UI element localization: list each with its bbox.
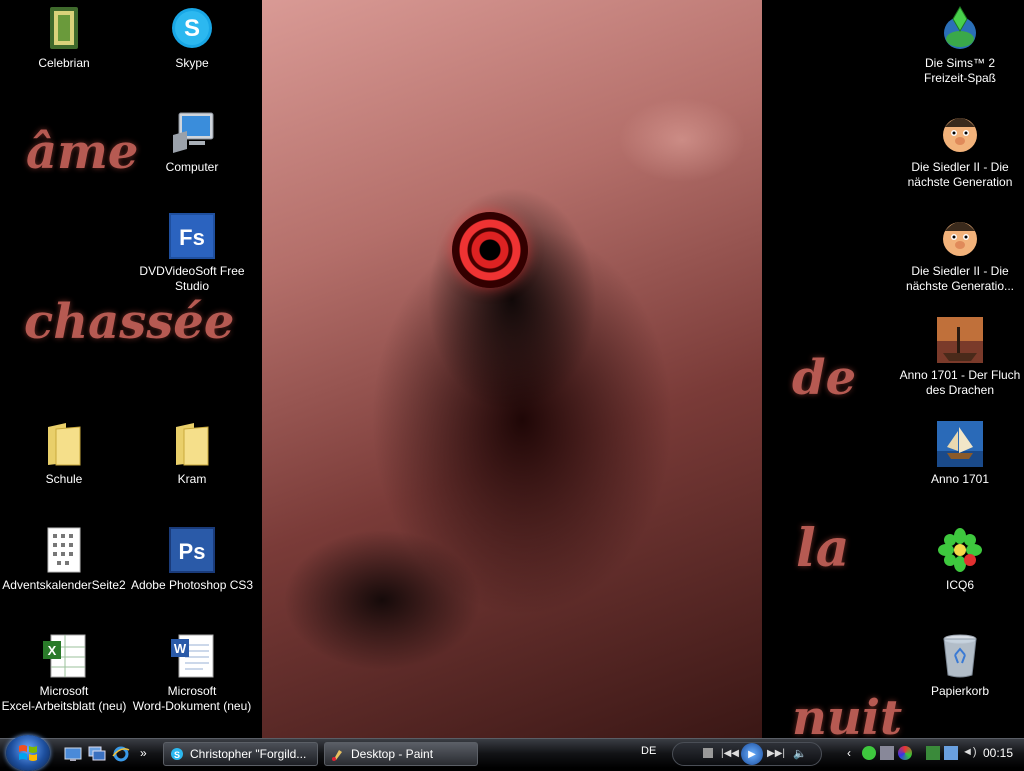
desktop-icon-icq6[interactable]: ICQ6 [896,526,1024,593]
fs-icon: Fs [168,212,216,260]
media-player-toolbar: |◀◀ ▶ ▶▶| 🔈 [672,742,822,766]
start-button[interactable] [6,735,50,771]
icon-label: Computer [165,160,219,174]
previous-icon[interactable]: |◀◀ [721,748,739,759]
wallpaper-word: chassée [24,294,235,350]
icon-label: Skype [175,56,209,70]
settler-icon [936,212,984,260]
icq-tray-icon[interactable] [862,746,876,760]
wallpaper-word: la [796,518,850,579]
taskbar-button-skype-chat[interactable]: S Christopher "Forgild... [163,742,318,766]
icon-label: Microsoft Excel-Arbeitsblatt (neu) [1,684,127,713]
skype-icon: S [171,748,183,760]
desktop-icon-anno1701[interactable]: Anno 1701 [896,420,1024,487]
document-image-icon [40,526,88,574]
book-icon [40,4,88,52]
language-indicator[interactable]: DE [641,745,656,757]
network-icon[interactable] [880,746,894,760]
stop-icon[interactable] [703,748,713,758]
switch-windows-icon[interactable] [88,746,106,762]
desktop-icon-celebrian[interactable]: Celebrian [0,4,128,71]
sims-icon [936,4,984,52]
desktop-icon-dvdvideosoft[interactable]: Fs DVDVideoSoft Free Studio [128,212,256,294]
anno-icon [936,420,984,468]
computer-icon [168,108,216,156]
desktop-icon-computer[interactable]: Computer [128,108,256,175]
desktop-icon-anno1701-dragon[interactable]: Anno 1701 - Der Fluch des Drachen [896,316,1024,398]
desktop-icon-skype[interactable]: S Skype [128,4,256,71]
volume-icon[interactable]: 🔈 [793,747,807,760]
icon-label: Adobe Photoshop CS3 [130,578,254,592]
icon-label: Papierkorb [930,684,990,698]
recycle-bin-icon [936,632,984,680]
svg-text:S: S [174,750,180,760]
wallpaper-word: nuit [792,690,903,738]
taskbar-button-paint[interactable]: Desktop - Paint [324,742,478,766]
app-tray-icon[interactable] [898,746,912,760]
svg-text:Ps: Ps [179,539,206,564]
excel-icon: X [40,632,88,680]
icon-label: Celebrian [38,56,90,70]
svg-text:S: S [184,15,200,42]
speaker-icon[interactable]: ◄) [962,746,977,760]
icq-icon [936,526,984,574]
internet-explorer-icon[interactable] [112,746,130,762]
icon-label: AdventskalenderSeite2 [2,578,126,592]
desktop-icon-adventskalender[interactable]: AdventskalenderSeite2 [0,526,128,593]
quicklaunch-overflow-icon[interactable]: » [140,746,158,762]
icon-label: Anno 1701 - Der Fluch des Drachen [899,368,1021,397]
taskbar: » S Christopher "Forgild... Desktop - Pa… [0,735,1024,771]
show-desktop-icon[interactable] [64,746,82,762]
settler-icon [936,108,984,156]
skype-icon: S [168,4,216,52]
folder-icon [40,420,88,468]
security-icon[interactable] [926,746,940,760]
wallpaper-word: âme [26,124,139,180]
desktop-icon-siedler2-1[interactable]: Die Siedler II - Die nächste Generation [896,108,1024,190]
desktop-icon-excel-new[interactable]: X Microsoft Excel-Arbeitsblatt (neu) [0,632,128,714]
icon-label: Schule [45,472,83,486]
next-icon[interactable]: ▶▶| [767,748,785,759]
icon-label: DVDVideoSoft Free Studio [139,264,245,293]
desktop-icon-kram[interactable]: Kram [128,420,256,487]
desktop[interactable]: âme chassée de la nuit Celebrian Schule … [0,0,1024,738]
svg-text:Fs: Fs [179,225,205,250]
paint-icon [332,750,342,761]
clock[interactable]: 00:15 [983,746,1013,760]
icon-label: Die Sims™ 2 Freizeit-Spaß [923,56,997,85]
icon-label: Die Siedler II - Die nächste Generation [907,160,1013,189]
icon-label: Die Siedler II - Die nächste Generatio..… [905,264,1015,293]
photoshop-icon: Ps [168,526,216,574]
icon-label: Anno 1701 [930,472,990,486]
desktop-icon-photoshop[interactable]: Ps Adobe Photoshop CS3 [128,526,256,593]
svg-text:X: X [48,643,57,658]
wallpaper-word: de [792,350,857,406]
taskbar-button-label: Christopher "Forgild... [190,747,307,761]
anno-dragon-icon [936,316,984,364]
wallpaper-painting [262,0,762,738]
windows-logo-icon [19,745,37,761]
desktop-icon-word-new[interactable]: W Microsoft Word-Dokument (neu) [128,632,256,714]
svg-text:W: W [174,641,187,656]
word-icon: W [168,632,216,680]
folder-icon [168,420,216,468]
desktop-icon-sims2[interactable]: Die Sims™ 2 Freizeit-Spaß [896,4,1024,86]
tray-expand-icon[interactable]: ‹ [847,746,861,760]
icon-label: Kram [177,472,207,486]
play-icon[interactable]: ▶ [741,743,763,765]
taskbar-button-label: Desktop - Paint [351,747,434,761]
icon-label: ICQ6 [945,578,974,592]
icon-label: Microsoft Word-Dokument (neu) [132,684,252,713]
wallpaper-eye [452,212,528,288]
connection-icon[interactable] [944,746,958,760]
desktop-icon-recycle-bin[interactable]: Papierkorb [896,632,1024,699]
desktop-icon-siedler2-2[interactable]: Die Siedler II - Die nächste Generatio..… [896,212,1024,294]
desktop-icon-schule[interactable]: Schule [0,420,128,487]
